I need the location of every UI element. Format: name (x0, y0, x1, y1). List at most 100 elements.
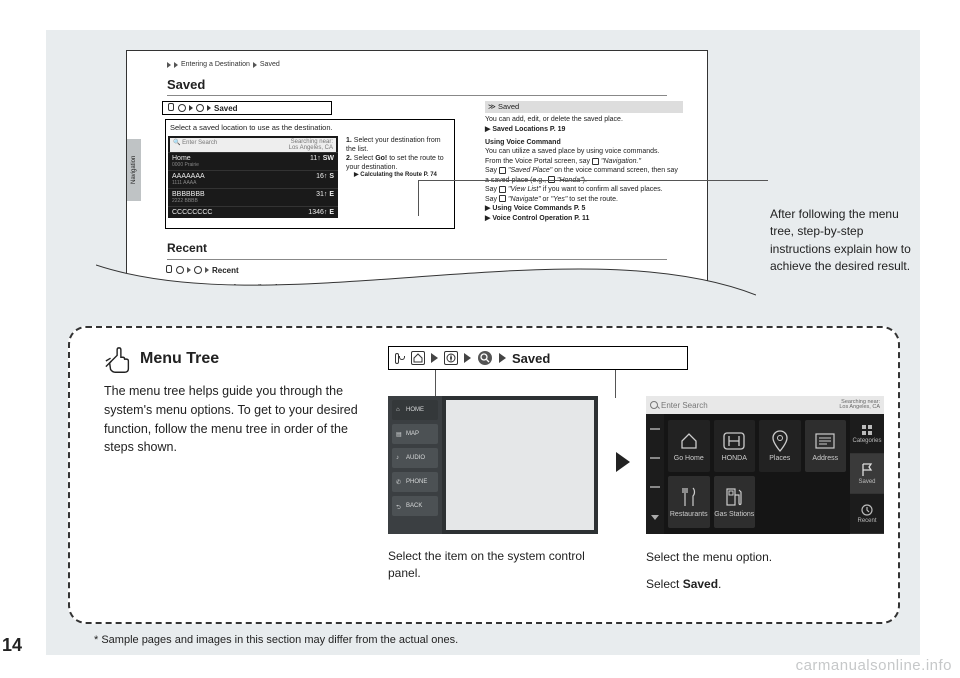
nav-destination-mock: Enter Search Searching near:Los Angeles,… (646, 396, 884, 534)
nav-icon (196, 104, 204, 112)
flag-icon (861, 463, 873, 477)
nav-side-categories[interactable]: Categories (850, 414, 884, 454)
voice-icon (167, 103, 175, 113)
tile-label: Go Home (674, 455, 704, 462)
menu-tree-box: Saved (162, 101, 332, 115)
voice-icon (395, 350, 405, 366)
nav-top-bar: Enter Search Searching near:Los Angeles,… (646, 396, 884, 414)
info-line: You can add, edit, or delete the saved p… (485, 115, 683, 124)
info-line: From the Voice Portal screen, say (485, 158, 592, 165)
nav-screen-mock: 🔍 Enter Search Searching near: Los Angel… (168, 136, 338, 218)
nav-tile-address[interactable]: Address (805, 420, 847, 472)
voice-icon (592, 158, 599, 165)
side-label: Recent (857, 518, 876, 524)
search-loc-value: Los Angeles, CA (289, 145, 333, 151)
scp-item-audio[interactable]: ♪AUDIO (392, 448, 438, 468)
menu-icon[interactable] (650, 457, 660, 459)
chevron-right-icon (207, 105, 211, 111)
nav-tile-places[interactable]: Places (759, 420, 801, 472)
nav-tile-honda[interactable]: HONDA (714, 420, 756, 472)
search-placeholder: Enter Search (182, 140, 217, 146)
info-line: You can utilize a saved place by using v… (485, 147, 683, 156)
clock-icon (861, 504, 873, 516)
voice-phrase: "Navigate" (508, 196, 541, 203)
menu-icon[interactable] (650, 486, 660, 488)
scp-label: PHONE (406, 479, 427, 485)
step-text: Select your destination from the list. (346, 137, 441, 153)
row-dir: E (329, 191, 334, 198)
nav-tile-grid: Go Home HONDA Places Address Restaurants… (668, 420, 846, 528)
nav-left-bar (646, 414, 664, 534)
gas-pump-icon (723, 486, 745, 508)
nav-side-saved[interactable]: Saved (850, 454, 884, 494)
scp-label: BACK (406, 503, 422, 509)
chevron-right-icon (189, 105, 193, 111)
nav-caption-line: Select the menu option. (646, 548, 876, 567)
chevron-down-icon[interactable] (651, 515, 659, 520)
nav-tile-gas[interactable]: Gas Stations (714, 476, 756, 528)
scp-item-phone[interactable]: ✆PHONE (392, 472, 438, 492)
nav-right-sidebar: Categories Saved Recent (850, 414, 884, 534)
search-icon (650, 401, 658, 409)
divider (167, 95, 667, 96)
home-button-icon (411, 351, 425, 365)
nav-caption-line: . (718, 577, 721, 591)
back-icon: ⮌ (396, 503, 403, 510)
nav-tile-restaurants[interactable]: Restaurants (668, 476, 710, 528)
menu-icon[interactable] (650, 428, 660, 430)
page-number: 14 (2, 635, 22, 656)
tile-label: HONDA (722, 455, 747, 462)
scp-item-map[interactable]: ▤MAP (392, 424, 438, 444)
scp-item-back[interactable]: ⮌BACK (392, 496, 438, 516)
menu-tree-bar: Saved (388, 346, 688, 370)
row-dist: 16↑ (316, 173, 327, 180)
voice-icon (499, 167, 506, 174)
chevron-right-icon (464, 353, 471, 363)
row-dist: 31↑ (316, 191, 327, 198)
scp-item-home[interactable]: ⌂HOME (392, 400, 438, 420)
arrow-right-icon (616, 452, 630, 472)
manual-page-mock: Entering a Destination Saved Saved Navig… (126, 50, 708, 302)
side-label: Categories (852, 438, 881, 444)
home-icon (176, 266, 184, 274)
row-sub: 0000 Prairie (172, 162, 199, 168)
nav-icon (194, 266, 202, 274)
honda-logo-icon (723, 430, 745, 452)
watermark: carmanualsonline.info (796, 657, 952, 674)
recent-instruction: Select an address from a list of your 50… (167, 283, 395, 292)
info-line: Say (485, 186, 499, 193)
row-dir: E (329, 209, 334, 216)
row-dist: 11↑ (310, 155, 321, 162)
nav-tile-go-home[interactable]: Go Home (668, 420, 710, 472)
tile-label: Address (812, 455, 838, 462)
nav-search-placeholder: Enter Search (661, 401, 708, 410)
menu-tree-final: Recent (212, 266, 239, 275)
explainer-title: Menu Tree (140, 350, 219, 368)
menu-tree-recent: Recent (165, 265, 239, 275)
home-icon (678, 430, 700, 452)
chevron-right-icon (174, 62, 178, 68)
ref-title: Saved Locations (492, 126, 548, 133)
row-dir: SW (323, 155, 334, 162)
tile-label: Restaurants (670, 511, 708, 518)
nav-caption-line: Select (646, 577, 683, 591)
nav-search-location: Searching near:Los Angeles, CA (839, 400, 880, 411)
step-bold: Go! (375, 155, 387, 162)
voice-icon (165, 265, 173, 275)
row-dir: S (329, 173, 334, 180)
row-name: BBBBBBB (172, 191, 205, 198)
callout-leader-line (418, 180, 419, 216)
breadcrumb-seg: Entering a Destination (181, 61, 250, 68)
tile-label: Gas Stations (714, 511, 754, 518)
explainer-paragraph: The menu tree helps guide you through th… (104, 382, 364, 457)
nav-side-recent[interactable]: Recent (850, 494, 884, 534)
row-name: Home (172, 155, 191, 162)
side-tab-navigation: Navigation (127, 139, 141, 201)
info-subhead: Using Voice Command (485, 138, 683, 147)
explainer-box: Menu Tree The menu tree helps guide you … (68, 326, 900, 624)
ref-page: P. 5 (574, 205, 586, 212)
section-heading-recent: Recent (167, 241, 207, 255)
nav-search[interactable]: Enter Search (650, 401, 708, 410)
chevron-right-icon (499, 353, 506, 363)
menu-tree-final: Saved (214, 104, 238, 113)
